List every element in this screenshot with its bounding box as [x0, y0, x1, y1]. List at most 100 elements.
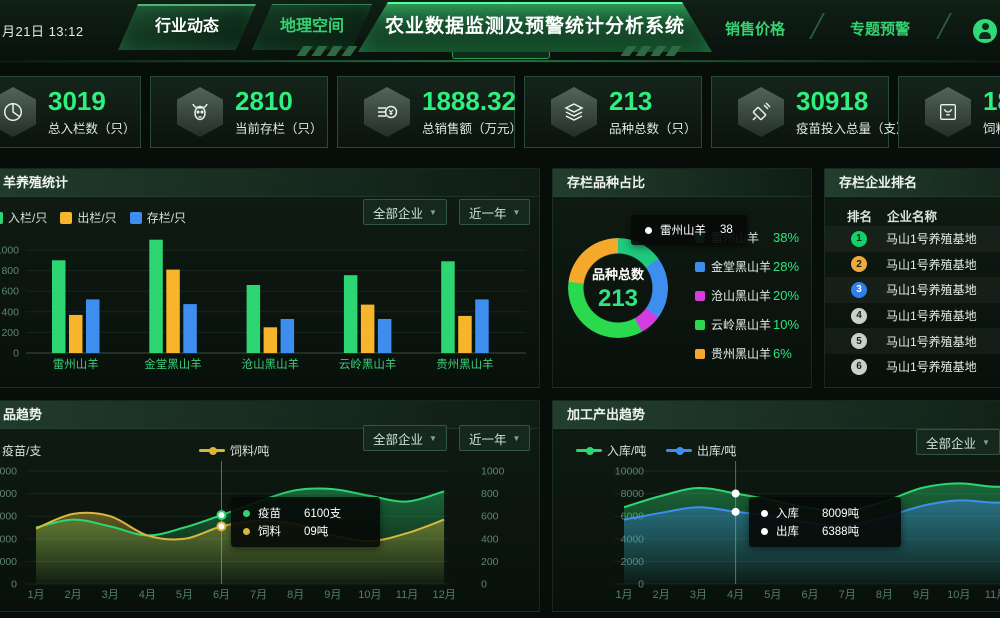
legend-swatch	[695, 262, 705, 272]
stat-value: 2810	[235, 88, 323, 114]
table-row[interactable]: 5马山1号养殖基地	[825, 328, 1000, 354]
svg-text:5月: 5月	[176, 589, 193, 601]
svg-text:4月: 4月	[139, 589, 156, 601]
table-row[interactable]: 1马山1号养殖基地	[825, 226, 1000, 252]
svg-text:2月: 2月	[653, 589, 670, 601]
chart-tooltip: 疫苗6100支 饲料09吨	[231, 497, 380, 547]
panel-company-ranking: 存栏企业排名 排名 企业名称 1马山1号养殖基地 2马山1号养殖基地 3马山1号…	[824, 168, 1000, 388]
legend-item[interactable]: 云岭黑山羊10%	[695, 316, 799, 333]
tooltip-dot	[243, 528, 250, 535]
header-accent-line	[0, 60, 1000, 62]
rank-badge: 1	[851, 231, 867, 247]
stat-label: 疫苗投入总量（支）	[796, 118, 909, 137]
svg-text:200: 200	[481, 556, 499, 568]
svg-text:沧山黑山羊: 沧山黑山羊	[242, 357, 300, 371]
svg-text:1000: 1000	[0, 245, 19, 257]
stat-card-sales: 1888.32总销售额（万元）	[337, 76, 515, 148]
tooltip-dot	[761, 528, 768, 535]
svg-text:8000: 8000	[621, 488, 645, 500]
svg-text:10000: 10000	[0, 466, 17, 478]
svg-text:2000: 2000	[0, 556, 17, 568]
svg-text:10月: 10月	[947, 589, 970, 601]
svg-text:7月: 7月	[250, 589, 267, 601]
svg-text:金堂黑山羊: 金堂黑山羊	[144, 357, 202, 371]
nav-tab-geo[interactable]: 地理空间	[252, 4, 372, 50]
tooltip-dot	[761, 510, 768, 517]
svg-text:11月: 11月	[396, 589, 418, 601]
svg-text:10月: 10月	[358, 589, 381, 601]
stat-card-current-stock: 2810 当前存栏（只）	[150, 76, 328, 148]
ranking-table: 1马山1号养殖基地 2马山1号养殖基地 3马山1号养殖基地 4马山1号养殖基地 …	[825, 226, 1000, 380]
svg-text:6月: 6月	[801, 589, 818, 601]
svg-text:7月: 7月	[839, 589, 856, 601]
svg-text:5月: 5月	[764, 589, 781, 601]
table-row[interactable]: 2马山1号养殖基地	[825, 252, 1000, 278]
stat-label: 总销售额（万元）	[422, 118, 522, 137]
svg-text:贵州黑山羊: 贵州黑山羊	[436, 357, 494, 371]
legend-item[interactable]: 金堂黑山羊28%	[695, 258, 799, 275]
panel-title: 存栏企业排名	[825, 169, 1000, 197]
rank-badge: 5	[851, 333, 867, 349]
nav-separator	[936, 13, 952, 39]
svg-text:1月: 1月	[27, 589, 44, 601]
table-header: 排名 企业名称	[825, 206, 1000, 225]
svg-text:2月: 2月	[65, 589, 82, 601]
tooltip-dot	[645, 227, 652, 234]
stat-label: 当前存栏（只）	[235, 118, 323, 137]
syringe-icon	[738, 87, 784, 137]
panel-supply-trend: 品趋势 疫苗/支 饲料/吨 全部企业▼ 近一年▼ 020004000600080…	[0, 400, 540, 612]
table-row[interactable]: 3马山1号养殖基地	[825, 277, 1000, 303]
table-row[interactable]: 6马山1号养殖基地	[825, 354, 1000, 380]
svg-text:0: 0	[13, 348, 19, 360]
svg-text:0: 0	[481, 579, 487, 591]
svg-text:12月: 12月	[432, 589, 455, 601]
svg-text:9月: 9月	[324, 589, 341, 601]
legend-swatch	[695, 291, 705, 301]
svg-text:1000: 1000	[481, 466, 505, 478]
svg-text:6月: 6月	[213, 589, 230, 601]
stat-card-row: 3019总入栏数（只） 2810当前存栏（只） 1888.32总销售额（万元） …	[0, 76, 1000, 148]
legend-item[interactable]: 沧山黑山羊20%	[695, 287, 799, 304]
svg-text:1月: 1月	[615, 589, 632, 601]
svg-text:4月: 4月	[727, 589, 744, 601]
nav-tab-warning[interactable]: 专题预警	[828, 18, 932, 39]
donut-center-label: 品种总数 213	[568, 238, 668, 338]
donut-legend: 雷州山羊38% 金堂黑山羊28% 沧山黑山羊20% 云岭黑山羊10% 贵州黑山羊…	[695, 229, 799, 362]
stat-label: 饲料投入总量	[983, 118, 1000, 137]
svg-text:8000: 8000	[0, 488, 17, 500]
rank-badge: 6	[851, 359, 867, 375]
stat-value: 30918	[796, 88, 909, 114]
svg-text:10000: 10000	[615, 466, 644, 478]
panel-output-trend: 加工产出趋势 入库/吨 出库/吨 全部企业▼ 近一年▼ 020004000600…	[552, 400, 1000, 612]
donut-chart[interactable]: 品种总数 213	[568, 238, 668, 338]
svg-text:800: 800	[1, 265, 19, 277]
nav-tab-price[interactable]: 销售价格	[703, 18, 807, 39]
layers-icon	[551, 87, 597, 137]
bar-chart[interactable]: 02004006008001000雷州山羊金堂黑山羊沧山黑山羊云岭黑山羊贵州黑山…	[0, 169, 541, 389]
svg-text:400: 400	[1, 306, 19, 318]
stat-label: 品种总数（只）	[609, 118, 697, 137]
user-icon[interactable]	[973, 19, 997, 43]
svg-text:400: 400	[481, 533, 499, 545]
table-row[interactable]: 4马山1号养殖基地	[825, 303, 1000, 329]
chart-tooltip: 雷州山羊38	[631, 215, 747, 245]
panel-variety-share: 存栏品种占比 品种总数 213 雷州山羊38% 金堂黑山羊28% 沧山黑山羊20…	[552, 168, 812, 388]
svg-text:云岭黑山羊: 云岭黑山羊	[339, 357, 397, 371]
page-title: 农业数据监测及预警统计分析系统	[358, 2, 712, 52]
svg-text:3月: 3月	[690, 589, 707, 601]
svg-text:4000: 4000	[0, 533, 17, 545]
panel-title: 存栏品种占比	[553, 169, 811, 197]
stat-card-total-in: 3019总入栏数（只）	[0, 76, 141, 148]
svg-text:3月: 3月	[102, 589, 119, 601]
title-decoration	[452, 52, 550, 59]
stat-label: 总入栏数（只）	[48, 118, 136, 137]
rank-badge: 2	[851, 256, 867, 272]
header-bar: 月21日 13:12 行业动态 地理空间 农业数据监测及预警统计分析系统 销售价…	[0, 0, 1000, 63]
svg-text:9月: 9月	[913, 589, 930, 601]
feed-bag-icon	[925, 87, 971, 137]
legend-item[interactable]: 贵州黑山羊6%	[695, 345, 799, 362]
stat-value: 1888	[983, 88, 1000, 114]
svg-text:6000: 6000	[0, 511, 17, 523]
svg-text:600: 600	[481, 511, 499, 523]
nav-tab-industry[interactable]: 行业动态	[118, 4, 256, 50]
